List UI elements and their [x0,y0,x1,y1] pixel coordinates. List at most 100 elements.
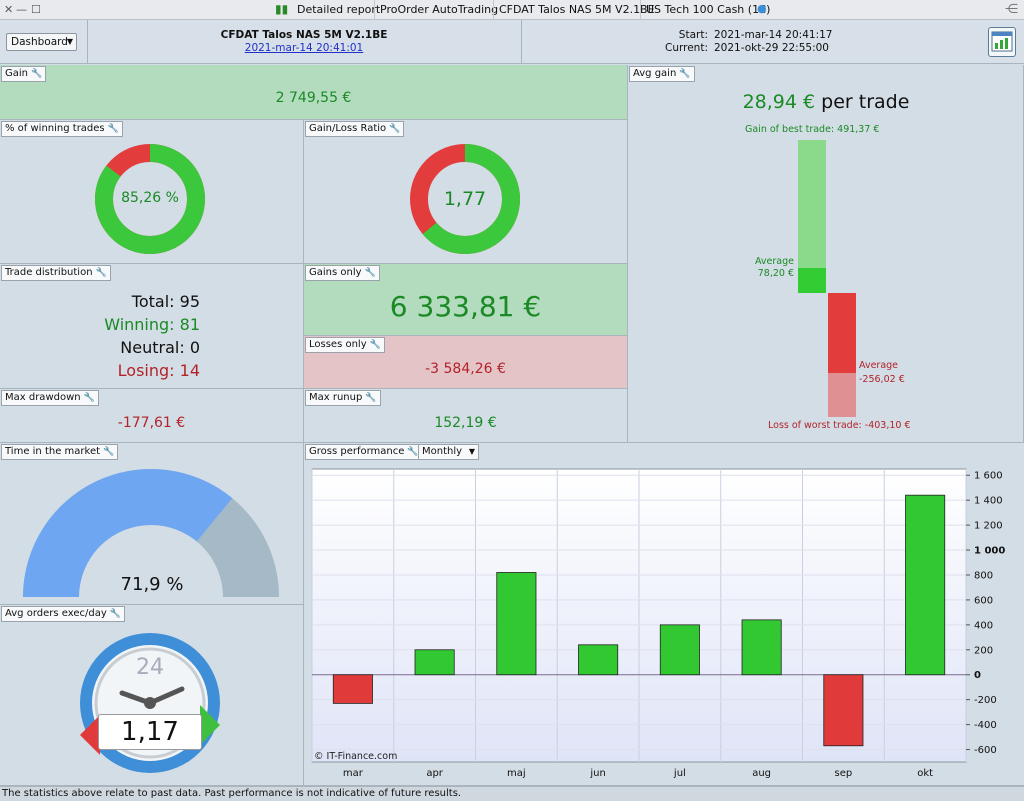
y-tick-label: 600 [974,595,993,606]
x-tick-label: aug [752,768,771,779]
tab-instrument[interactable]: US Tech 100 Cash (1€) [640,0,770,20]
y-tick-label: -400 [974,720,997,731]
bar-aug [741,619,782,676]
avg-orders-title[interactable]: Avg orders exec/day 🔧 [1,606,125,622]
max-drawdown-value: -177,61 € [117,415,186,431]
wrench-icon[interactable]: 🔧 [96,266,107,280]
trade-distribution-title[interactable]: Trade distribution 🔧 [1,265,111,281]
max-runup-panel: Max runup 🔧 152,19 € [304,389,628,443]
average-win-bar [798,268,826,293]
y-tick-label: 1 000 [974,546,1005,557]
wrench-icon[interactable]: 🔧 [389,122,400,136]
gain-loss-ratio-value: 1,77 [443,188,487,210]
chevron-down-icon: ▼ [66,37,73,46]
y-tick-label: 1 400 [974,496,1003,507]
wrench-icon[interactable]: 🔧 [84,391,95,405]
gain-title[interactable]: Gain 🔧 [1,66,47,82]
minimize-window-icon[interactable]: — [16,3,27,16]
wrench-icon[interactable]: 🔧 [370,338,381,352]
share-icon[interactable]: ⋲ [1005,2,1018,17]
y-tick-label: 0 [974,670,981,681]
trade-distribution-list: Total: 95 Winning: 81 Neutral: 0 Losing:… [80,290,200,382]
chevron-down-icon: ▼ [468,447,476,456]
maximize-window-icon[interactable]: ☐ [31,3,41,16]
losses-only-title[interactable]: Losses only 🔧 [305,337,385,353]
trade-distribution-panel: Trade distribution 🔧 Total: 95 Winning: 8… [0,264,304,389]
gains-only-panel: Gains only 🔧 6 333,81 € [304,264,628,336]
x-tick-label: sep [835,768,853,779]
strategy-name: CFDAT Talos NAS 5M V2.1BE [220,29,388,41]
wrench-icon[interactable]: 🔧 [31,67,42,81]
wrench-icon[interactable]: 🔧 [365,391,376,405]
x-tick-label: maj [507,768,526,779]
best-trade-bar [798,140,826,268]
average-win-label: Average 78,20 € [754,256,794,279]
winning-trades-value: 85,26 % [121,190,179,206]
globe-icon: ● [757,2,767,15]
bar-jun [578,644,619,676]
gross-performance-chart: -600 -400 -200 0 200 400 600 800 1 000 1 200 1 400… [311,468,1005,779]
gain-value: 2 749,55 € [275,90,352,106]
y-tick-label: -200 [974,695,997,706]
dashboard-dropdown[interactable]: Dashboard ▼ [6,33,77,51]
y-tick-label: 200 [974,645,993,656]
max-drawdown-title[interactable]: Max drawdown 🔧 [1,390,99,406]
avg-gain-headline: 28,94 € per trade [628,91,1024,113]
window-titlebar: ✕ — ☐ ▮▮ Detailed report ProOrder AutoTr… [0,0,1024,20]
wrench-icon[interactable]: 🔧 [108,122,119,136]
time-in-market-panel: Time in the market 🔧 71,9 % [0,443,304,605]
tab-detailed-report[interactable]: Detailed report [292,0,380,20]
bar-apr [414,649,455,676]
avg-gain-value: 28,94 € [742,91,816,113]
y-tick-label: 1 200 [974,521,1003,532]
bar-okt [905,494,946,676]
tab-strategy[interactable]: CFDAT Talos NAS 5M V2.1BE [493,0,655,20]
wrench-icon[interactable]: 🔧 [407,445,418,459]
losing-trades-count: Losing: 14 [117,361,200,380]
report-header: Dashboard ▼ CFDAT Talos NAS 5M V2.1BE 20… [0,20,1024,64]
gain-panel: Gain 🔧 2 749,55 € [0,65,628,120]
wrench-icon[interactable]: 🔧 [679,67,690,81]
losses-only-panel: Losses only 🔧 -3 584,26 € [304,336,628,389]
losses-only-value: -3 584,26 € [425,361,506,377]
wrench-icon[interactable]: 🔧 [110,607,121,621]
wrench-icon[interactable]: 🔧 [103,445,114,459]
y-tick-label: 400 [974,620,993,631]
bar-mar [332,674,373,704]
dashboard-dropdown-label: Dashboard [11,36,68,48]
clock-label: 24 [136,655,164,680]
strategy-date-link[interactable]: 2021-mar-14 20:41:01 [88,42,520,54]
total-trades: Total: 95 [131,292,200,311]
start-value: 2021-mar-14 20:41:17 [714,29,833,41]
wrench-icon[interactable]: 🔧 [365,266,376,280]
x-tick-label: mar [343,768,364,779]
period-dropdown-label: Monthly [422,446,463,457]
winning-trades-title[interactable]: % of winning trades 🔧 [1,121,123,137]
avg-orders-panel: Avg orders exec/day 🔧 24 1,17 [0,605,304,786]
avg-gain-suffix: per trade [821,91,910,113]
average-loss-label: Average -256,02 € [859,360,905,385]
gain-loss-ratio-title[interactable]: Gain/Loss Ratio 🔧 [305,121,405,137]
close-window-icon[interactable]: ✕ [4,3,13,16]
avg-gain-panel: Avg gain 🔧 28,94 € per trade Gain of best… [628,65,1024,443]
bar-maj [496,572,537,676]
time-in-market-title[interactable]: Time in the market 🔧 [1,444,119,460]
start-label: Start: [678,29,708,41]
best-trade-label: Gain of best trade: 491,37 € [745,124,880,135]
worst-trade-bar [828,373,856,417]
average-loss-bar [828,293,856,373]
period-dropdown[interactable]: Monthly ▼ [418,444,480,460]
current-value: 2021-okt-29 22:55:00 [714,42,829,54]
max-runup-title[interactable]: Max runup 🔧 [305,390,381,406]
gains-only-value: 6 333,81 € [389,290,542,323]
disclaimer-footer: The statistics above relate to past data… [0,786,1024,801]
report-icon[interactable] [988,27,1016,57]
avg-gain-title[interactable]: Avg gain 🔧 [629,66,695,82]
neutral-trades-count: Neutral: 0 [120,338,200,357]
winning-trades-count: Winning: 81 [104,315,200,334]
max-drawdown-panel: Max drawdown 🔧 -177,61 € [0,389,304,443]
gross-performance-title[interactable]: Gross performance 🔧 [305,444,423,460]
max-runup-value: 152,19 € [434,415,497,431]
tab-proorder-autotrading[interactable]: ProOrder AutoTrading [374,0,498,20]
gains-only-title[interactable]: Gains only 🔧 [305,265,380,281]
